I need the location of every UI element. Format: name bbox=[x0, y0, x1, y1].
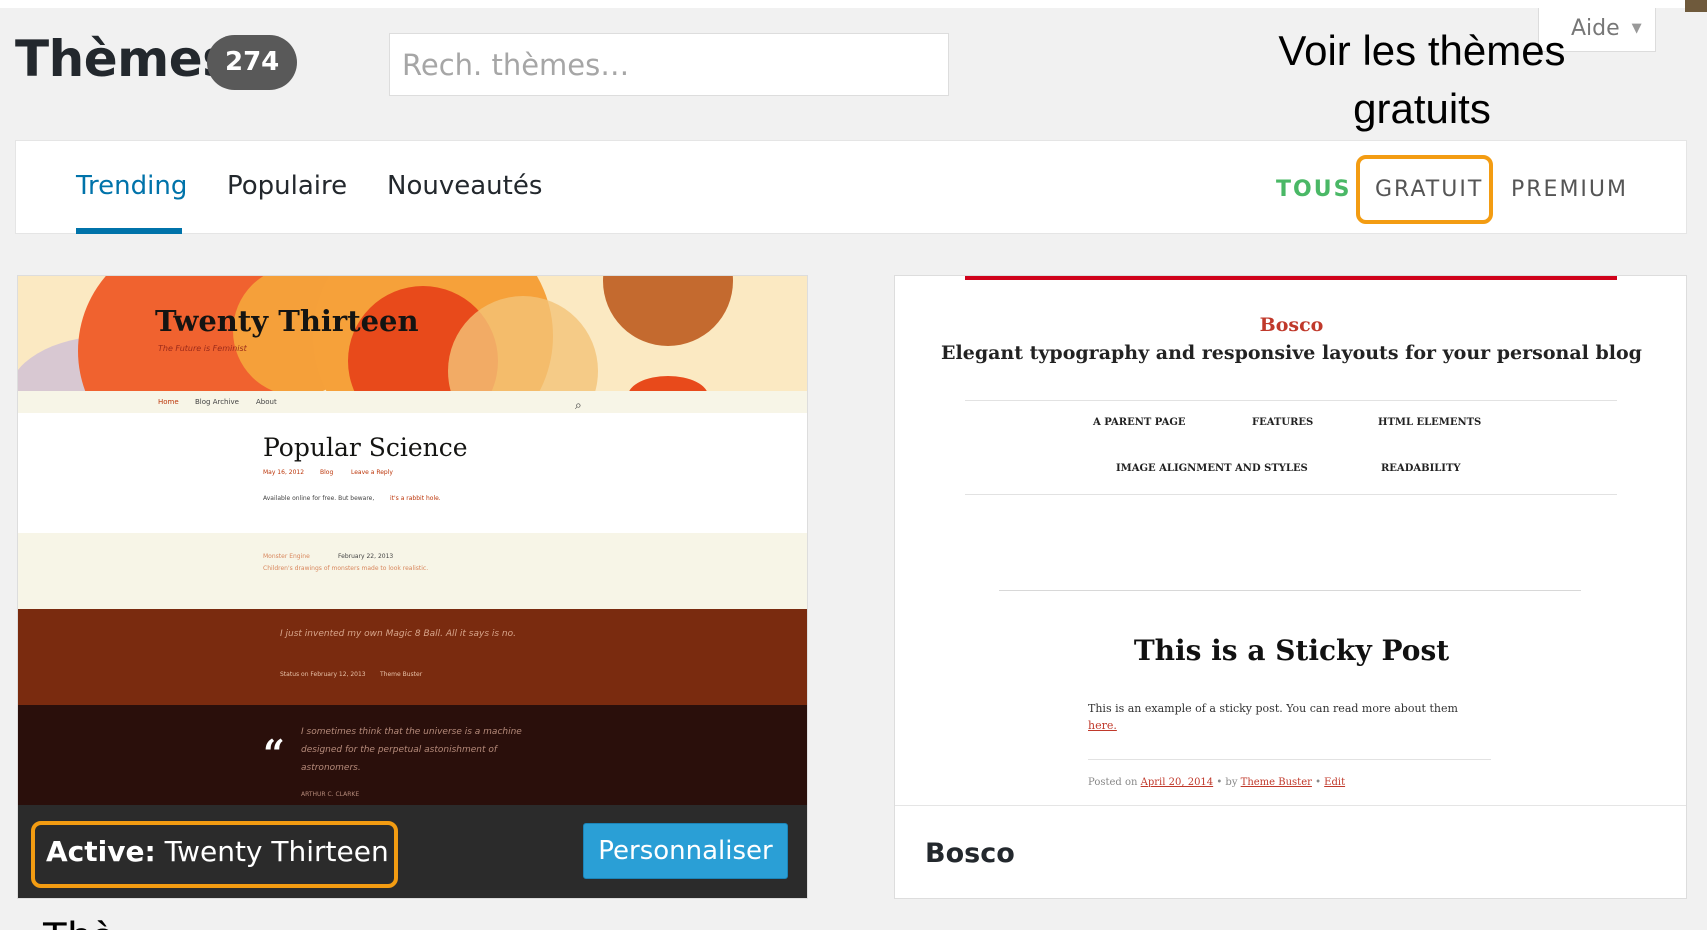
preview-menu-item: READABILITY bbox=[1381, 463, 1461, 474]
theme-count-badge: 274 bbox=[207, 35, 298, 90]
preview-sep: • bbox=[1311, 777, 1325, 788]
preview-accent-line bbox=[965, 276, 1617, 280]
admin-top-strip bbox=[0, 0, 1707, 8]
quote-icon: “ bbox=[263, 731, 285, 776]
preview-aside: Monster Engine February 22, 2013 Childre… bbox=[18, 533, 807, 609]
divider bbox=[965, 494, 1617, 495]
preview-aside-date: February 22, 2013 bbox=[338, 553, 394, 560]
active-theme-footer: Active: Twenty Thirteen Personnaliser bbox=[18, 805, 807, 898]
theme-screenshot-header: Twenty Thirteen The Future is Feminist bbox=[18, 276, 807, 391]
preview-post-link: here. bbox=[1088, 719, 1117, 732]
page-title: Thèmes bbox=[15, 30, 232, 88]
preview-post-meta: May 16, 2012 bbox=[263, 469, 305, 476]
preview-post-meta: Blog bbox=[320, 469, 334, 476]
preview-quote-line: I sometimes think that the universe is a… bbox=[301, 727, 522, 737]
divider bbox=[965, 400, 1617, 401]
preview-post-link: it's a rabbit hole. bbox=[390, 495, 441, 502]
preview-post: Popular Science May 16, 2012 Blog Leave … bbox=[18, 413, 807, 533]
tab-nouveautes[interactable]: Nouveautés bbox=[387, 171, 542, 201]
preview-quote-line: designed for the perpetual astonishment … bbox=[301, 745, 498, 755]
preview-status-meta: Theme Buster bbox=[380, 671, 423, 678]
annotation-highlight-active bbox=[31, 821, 398, 888]
theme-card-bosco[interactable]: Bosco Elegant typography and responsive … bbox=[894, 275, 1687, 899]
preview-posted-date: April 20, 2014 bbox=[1140, 777, 1214, 788]
annotation-line-1: Voir les thèmes bbox=[1278, 27, 1566, 74]
preview-post-meta: Posted on April 20, 2014 • by Theme Bust… bbox=[1088, 777, 1345, 788]
preview-edit: Edit bbox=[1324, 777, 1346, 788]
preview-post-title: Popular Science bbox=[263, 433, 468, 462]
divider bbox=[1088, 759, 1491, 760]
annotation-free-themes: Voir les thèmes gratuits bbox=[1250, 22, 1594, 138]
preview-site-title: Twenty Thirteen bbox=[155, 304, 419, 338]
preview-menu-item: IMAGE ALIGNMENT AND STYLES bbox=[1116, 463, 1308, 474]
preview-aside-text: Children's drawings of monsters made to … bbox=[263, 565, 429, 572]
preview-post-excerpt: Available online for free. But beware, bbox=[263, 495, 375, 502]
preview-nav: Home Blog Archive About ⌕ bbox=[18, 391, 807, 413]
preview-by: • by bbox=[1213, 777, 1241, 788]
preview-nav-item: About bbox=[256, 398, 277, 406]
annotation-line-2: gratuits bbox=[1353, 85, 1491, 132]
preview-nav-item: Blog Archive bbox=[195, 398, 239, 406]
chevron-down-icon: ▼ bbox=[1631, 21, 1642, 36]
decor-circle bbox=[603, 276, 733, 346]
customize-button[interactable]: Personnaliser bbox=[583, 823, 788, 879]
annotation-highlight-gratuit bbox=[1356, 155, 1493, 224]
theme-name: Bosco bbox=[925, 838, 1015, 869]
preview-tagline: Elegant typography and responsive layout… bbox=[941, 342, 1642, 364]
preview-post-title: This is a Sticky Post bbox=[1133, 634, 1450, 667]
corner-marker bbox=[1685, 0, 1707, 12]
theme-footer: Bosco bbox=[895, 805, 1686, 898]
preview-post-text: This is an example of a sticky post. You… bbox=[1088, 702, 1458, 715]
preview-post-meta: Leave a Reply bbox=[351, 469, 393, 476]
preview-menu-item: A PARENT PAGE bbox=[1093, 417, 1186, 428]
preview-author: Theme Buster bbox=[1240, 777, 1312, 788]
preview-quote-line: astronomers. bbox=[301, 763, 361, 773]
preview-nav-item: Home bbox=[158, 398, 179, 406]
preview-menu-item: FEATURES bbox=[1252, 417, 1314, 428]
preview-aside-author: Monster Engine bbox=[263, 553, 310, 560]
preview-status: I just invented my own Magic 8 Ball. All… bbox=[18, 609, 807, 705]
tab-populaire[interactable]: Populaire bbox=[227, 171, 347, 201]
preview-menu-item: HTML ELEMENTS bbox=[1378, 417, 1482, 428]
preview-tagline: The Future is Feminist bbox=[158, 344, 247, 353]
active-tab-indicator bbox=[76, 228, 182, 234]
filter-premium[interactable]: PREMIUM bbox=[1511, 177, 1628, 202]
theme-card-twenty-thirteen[interactable]: Twenty Thirteen The Future is Feminist H… bbox=[17, 275, 808, 899]
preview-posted-on: Posted on bbox=[1088, 777, 1138, 788]
decor-circle bbox=[628, 376, 708, 391]
search-themes-input[interactable] bbox=[389, 33, 949, 96]
annotation-bottom: Thè bbox=[42, 916, 114, 930]
preview-quote-author: ARTHUR C. CLARKE bbox=[301, 791, 360, 798]
search-icon: ⌕ bbox=[575, 398, 582, 412]
filter-tous[interactable]: TOUS bbox=[1276, 177, 1351, 202]
tab-trending[interactable]: Trending bbox=[76, 171, 187, 201]
divider bbox=[999, 590, 1581, 591]
preview-status-text: I just invented my own Magic 8 Ball. All… bbox=[280, 629, 517, 639]
preview-status-meta: Status on February 12, 2013 bbox=[280, 671, 366, 678]
preview-site-name: Bosco bbox=[1259, 314, 1324, 336]
